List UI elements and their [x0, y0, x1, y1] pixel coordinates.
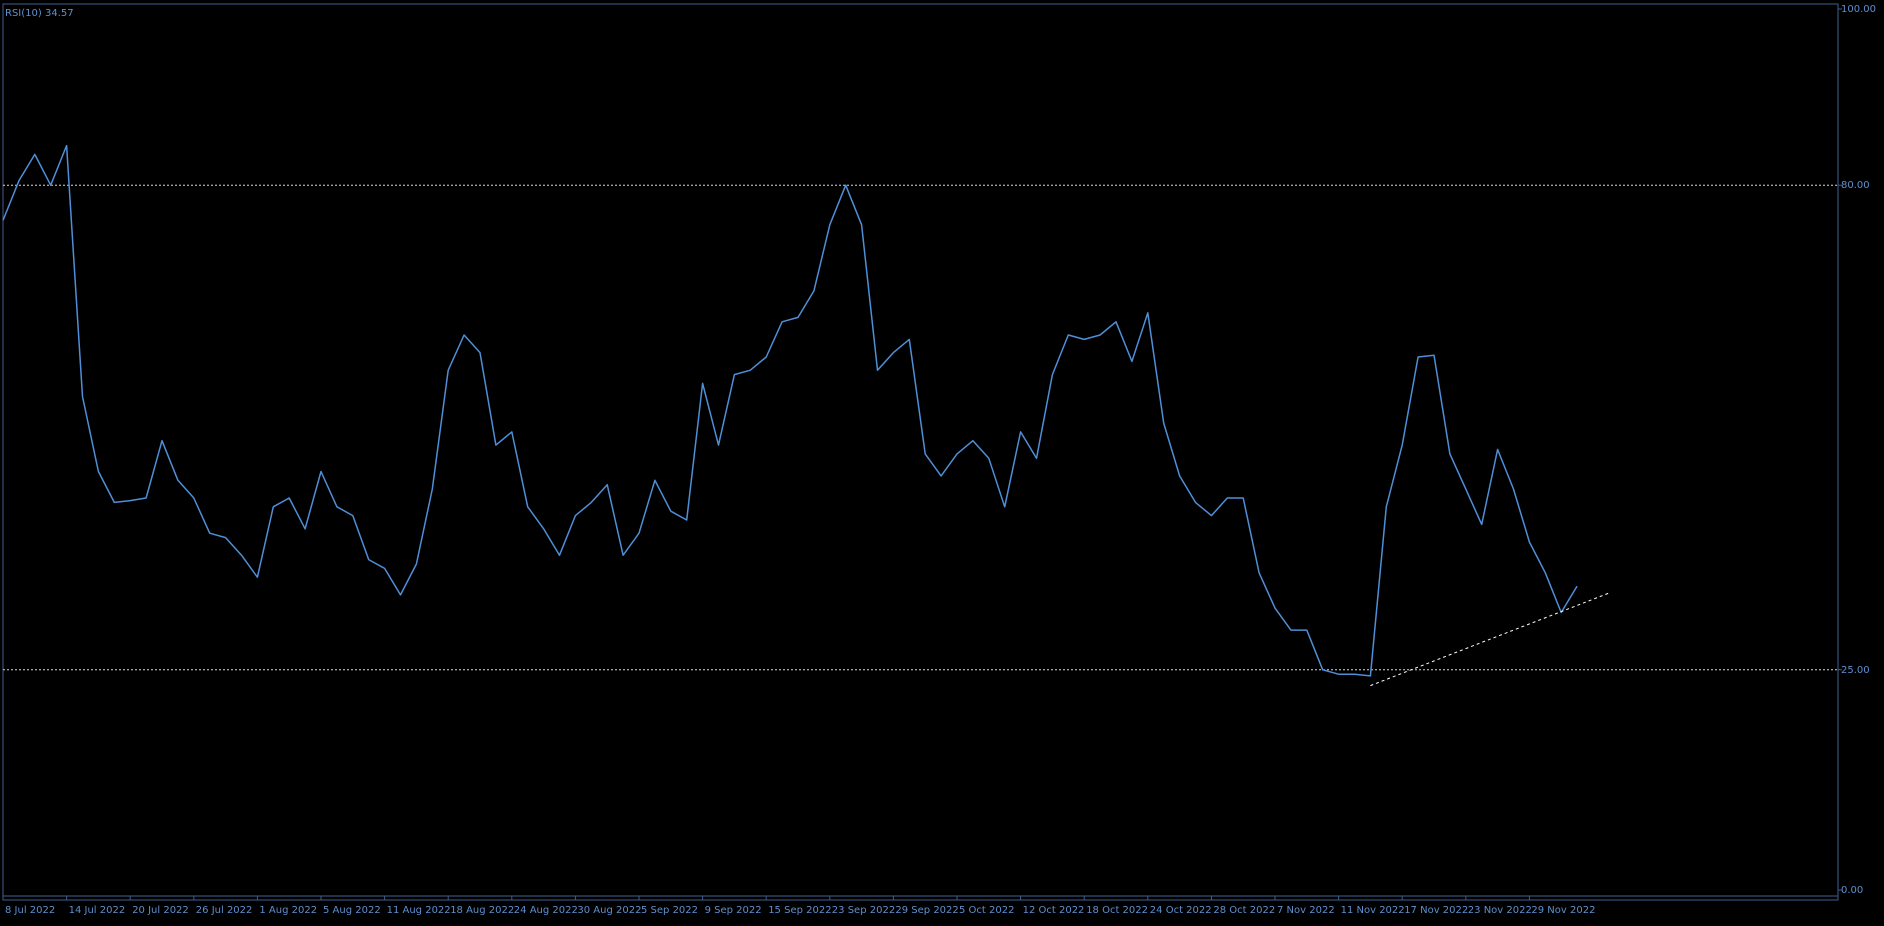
x-tick-label: 18 Aug 2022	[450, 905, 514, 916]
x-tick-label: 24 Oct 2022	[1150, 905, 1212, 916]
x-tick-label: 11 Aug 2022	[387, 905, 451, 916]
x-tick-label: 1 Aug 2022	[259, 905, 317, 916]
x-tick-label: 20 Jul 2022	[132, 905, 189, 916]
x-tick-label: 24 Aug 2022	[514, 905, 578, 916]
y-tick-label: 100.00	[1841, 4, 1876, 15]
x-tick-label: 29 Nov 2022	[1531, 905, 1595, 916]
x-tick-label: 29 Sep 2022	[895, 905, 958, 916]
x-tick-label: 12 Oct 2022	[1023, 905, 1085, 916]
x-tick-label: 30 Aug 2022	[577, 905, 641, 916]
x-tick-label: 28 Oct 2022	[1213, 905, 1275, 916]
x-tick-label: 5 Sep 2022	[641, 905, 698, 916]
chart-background	[0, 0, 1884, 922]
x-tick-label: 5 Oct 2022	[959, 905, 1014, 916]
x-tick-label: 11 Nov 2022	[1341, 905, 1405, 916]
rsi-chart-panel[interactable]: RSI(10) 34.57 100.00 80.00 25.00 0.00 8 Jul…	[0, 0, 1884, 922]
x-tick-label: 5 Aug 2022	[323, 905, 381, 916]
x-tick-label: 18 Oct 2022	[1086, 905, 1148, 916]
rsi-chart: RSI(10) 34.57 100.00 80.00 25.00 0.00 8 Jul…	[0, 0, 1884, 922]
x-tick-label: 23 Nov 2022	[1468, 905, 1532, 916]
x-tick-label: 8 Jul 2022	[5, 905, 55, 916]
x-tick-label: 17 Nov 2022	[1404, 905, 1468, 916]
x-tick-label: 7 Nov 2022	[1277, 905, 1335, 916]
indicator-label: RSI(10) 34.57	[5, 8, 74, 19]
x-tick-label: 14 Jul 2022	[69, 905, 126, 916]
x-tick-label: 23 Sep 2022	[832, 905, 895, 916]
x-tick-label: 15 Sep 2022	[768, 905, 831, 916]
x-tick-label: 26 Jul 2022	[196, 905, 253, 916]
y-tick-label: 25.00	[1841, 665, 1870, 676]
x-tick-label: 9 Sep 2022	[705, 905, 762, 916]
y-tick-label: 0.00	[1841, 885, 1863, 896]
y-tick-label: 80.00	[1841, 180, 1870, 191]
